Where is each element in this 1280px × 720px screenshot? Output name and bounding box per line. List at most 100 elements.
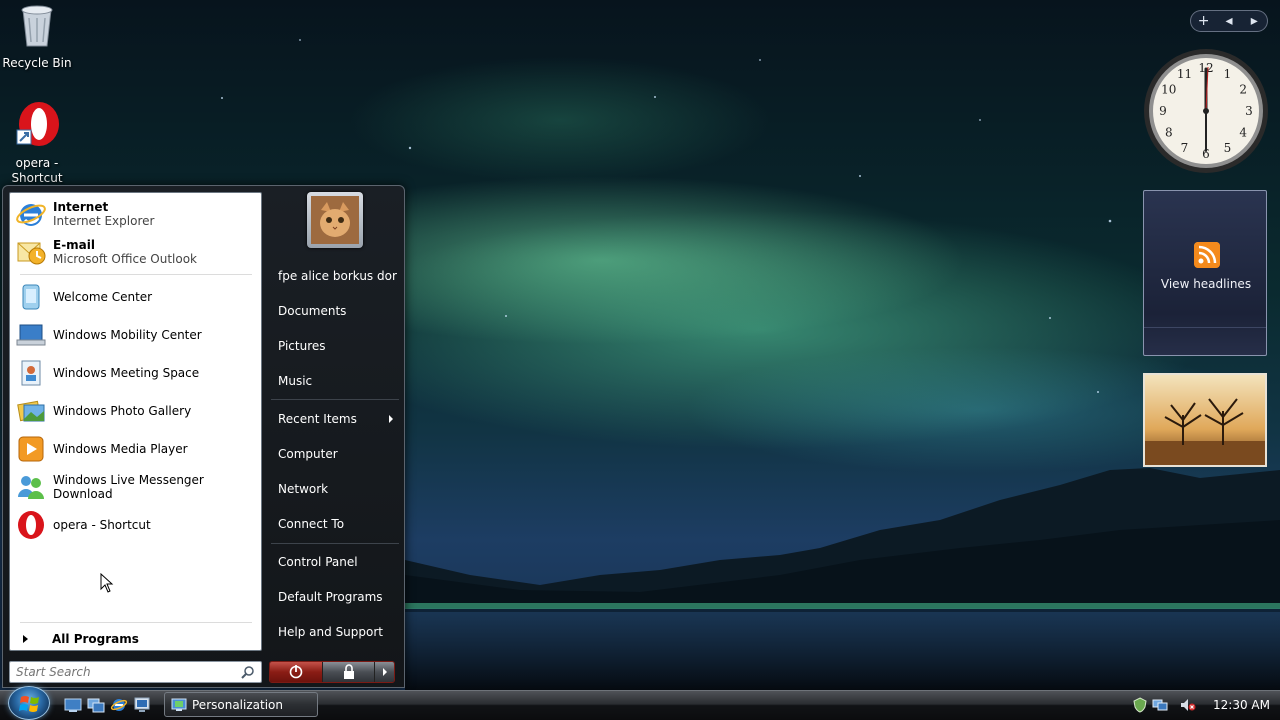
show-desktop-icon[interactable] bbox=[64, 696, 82, 714]
meeting-space-icon bbox=[21, 360, 41, 386]
control-panel-link[interactable]: Control Panel bbox=[271, 547, 399, 577]
personalization-icon bbox=[171, 698, 187, 711]
feed-gadget-footer bbox=[1144, 327, 1266, 355]
clock-numeral: 7 bbox=[1181, 141, 1189, 155]
network-link[interactable]: Network bbox=[271, 474, 399, 504]
recent-items-label: Recent Items bbox=[278, 412, 357, 426]
recent-item-label: Windows Meeting Space bbox=[53, 366, 200, 380]
recent-item-label: Welcome Center bbox=[53, 290, 153, 304]
recent-item-label: Windows Photo Gallery bbox=[53, 404, 192, 418]
arrow-right-icon bbox=[383, 668, 387, 676]
power-button-bar bbox=[269, 661, 395, 683]
recent-item-label: Windows Media Player bbox=[53, 442, 188, 456]
start-menu-programs-pane: Internet Internet Explorer E-mail Micros… bbox=[9, 192, 262, 651]
clock-numeral: 4 bbox=[1239, 126, 1247, 140]
user-picture bbox=[311, 196, 359, 244]
clock-numeral: 1 bbox=[1224, 67, 1232, 81]
clock-numeral: 9 bbox=[1159, 104, 1167, 118]
mobility-center-icon bbox=[16, 324, 46, 346]
next-page-button[interactable]: ▸ bbox=[1242, 13, 1266, 29]
taskbar-clock[interactable]: 12:30 AM bbox=[1213, 698, 1270, 712]
switch-windows-icon[interactable] bbox=[87, 696, 105, 714]
recent-item-live-messenger[interactable]: Windows Live Messenger Download bbox=[13, 469, 258, 505]
clock-numeral: 10 bbox=[1161, 83, 1176, 97]
recent-items-link[interactable]: Recent Items bbox=[271, 404, 399, 434]
all-programs-label: All Programs bbox=[52, 632, 139, 646]
connect-to-link[interactable]: Connect To bbox=[271, 509, 399, 539]
opera-icon bbox=[18, 511, 44, 539]
clock-numeral: 3 bbox=[1245, 104, 1253, 118]
media-player-icon bbox=[18, 436, 44, 462]
all-programs-button[interactable]: All Programs bbox=[13, 628, 258, 650]
lock-icon bbox=[344, 664, 354, 679]
user-avatar[interactable] bbox=[307, 192, 363, 248]
opera-shortcut-desktop-icon[interactable]: opera - Shortcut bbox=[0, 100, 74, 186]
photo-gallery-icon bbox=[17, 400, 45, 422]
recent-item-media-player[interactable]: Windows Media Player bbox=[13, 431, 258, 467]
recent-item-photo-gallery[interactable]: Windows Photo Gallery bbox=[13, 393, 258, 429]
recent-item-meeting-space[interactable]: Windows Meeting Space bbox=[13, 355, 258, 391]
user-folder-link[interactable]: fpe alice borkus dor bbox=[271, 261, 399, 291]
search-icon[interactable] bbox=[241, 665, 255, 679]
start-menu-places-pane: fpe alice borkus dor Documents Pictures … bbox=[265, 186, 405, 656]
slide-show-gadget[interactable] bbox=[1143, 373, 1267, 467]
kitten-picture-icon bbox=[311, 196, 359, 244]
start-search-box bbox=[9, 661, 262, 683]
pinned-item-email[interactable]: E-mail Microsoft Office Outlook bbox=[13, 234, 258, 270]
pinned-item-subtitle: Internet Explorer bbox=[53, 213, 155, 228]
opera-icon bbox=[16, 102, 59, 146]
internet-explorer-icon[interactable] bbox=[110, 696, 128, 714]
pinned-item-title: Internet bbox=[53, 199, 109, 214]
notification-area: 12:30 AM bbox=[1128, 691, 1280, 720]
pinned-separator bbox=[20, 274, 252, 275]
recent-item-label: Windows Live Messenger Download bbox=[53, 473, 204, 501]
power-options-button[interactable] bbox=[374, 662, 394, 682]
welcome-center-icon bbox=[22, 284, 40, 310]
clock-numeral: 11 bbox=[1177, 67, 1192, 81]
recent-item-welcome-center[interactable]: Welcome Center bbox=[13, 279, 258, 315]
places-separator bbox=[271, 543, 399, 544]
clock-gadget[interactable]: 121234567891011 bbox=[1142, 47, 1270, 175]
rss-feed-icon bbox=[1194, 242, 1220, 268]
help-and-support-link[interactable]: Help and Support bbox=[271, 617, 399, 647]
mouse-cursor-icon bbox=[100, 573, 114, 593]
network-icon[interactable] bbox=[1152, 697, 1168, 713]
clock-numeral: 8 bbox=[1165, 126, 1173, 140]
windows-logo-icon bbox=[19, 696, 39, 712]
clock-numeral: 5 bbox=[1224, 141, 1232, 155]
documents-link[interactable]: Documents bbox=[271, 296, 399, 326]
pinned-item-internet[interactable]: Internet Internet Explorer bbox=[13, 196, 258, 232]
add-gadget-button[interactable]: + bbox=[1192, 13, 1216, 29]
places-separator bbox=[271, 399, 399, 400]
start-menu: Internet Internet Explorer E-mail Micros… bbox=[2, 185, 405, 688]
recycle-bin-icon bbox=[21, 5, 53, 47]
power-icon bbox=[289, 665, 303, 679]
feed-headlines-gadget[interactable]: View headlines bbox=[1143, 190, 1267, 356]
music-link[interactable]: Music bbox=[271, 366, 399, 396]
recycle-bin-desktop-icon[interactable]: Recycle Bin bbox=[0, 2, 74, 71]
all-programs-separator bbox=[20, 622, 252, 623]
recent-item-mobility-center[interactable]: Windows Mobility Center bbox=[13, 317, 258, 353]
clock-numeral: 2 bbox=[1239, 83, 1247, 97]
taskbar-button-personalization[interactable]: Personalization bbox=[164, 692, 318, 717]
start-search-input[interactable] bbox=[10, 662, 230, 682]
pinned-item-title: E-mail bbox=[53, 237, 96, 252]
windows-defender-icon[interactable] bbox=[1132, 697, 1148, 713]
default-programs-link[interactable]: Default Programs bbox=[271, 582, 399, 612]
recent-item-opera[interactable]: opera - Shortcut bbox=[13, 507, 258, 543]
recent-item-label: Windows Mobility Center bbox=[53, 328, 202, 342]
media-center-icon[interactable] bbox=[133, 696, 151, 714]
submenu-arrow-icon bbox=[389, 415, 393, 423]
tree-photo bbox=[1145, 375, 1265, 465]
recycle-bin-label: Recycle Bin bbox=[2, 56, 72, 70]
pictures-link[interactable]: Pictures bbox=[271, 331, 399, 361]
lock-button[interactable] bbox=[322, 662, 374, 682]
start-button[interactable] bbox=[8, 686, 50, 720]
computer-link[interactable]: Computer bbox=[271, 439, 399, 469]
internet-explorer-icon bbox=[16, 204, 46, 226]
previous-page-button[interactable]: ◂ bbox=[1217, 13, 1241, 29]
power-button[interactable] bbox=[270, 662, 322, 682]
volume-muted-icon[interactable] bbox=[1180, 697, 1196, 713]
recent-item-label: opera - Shortcut bbox=[53, 518, 151, 532]
messenger-icon bbox=[18, 476, 44, 499]
